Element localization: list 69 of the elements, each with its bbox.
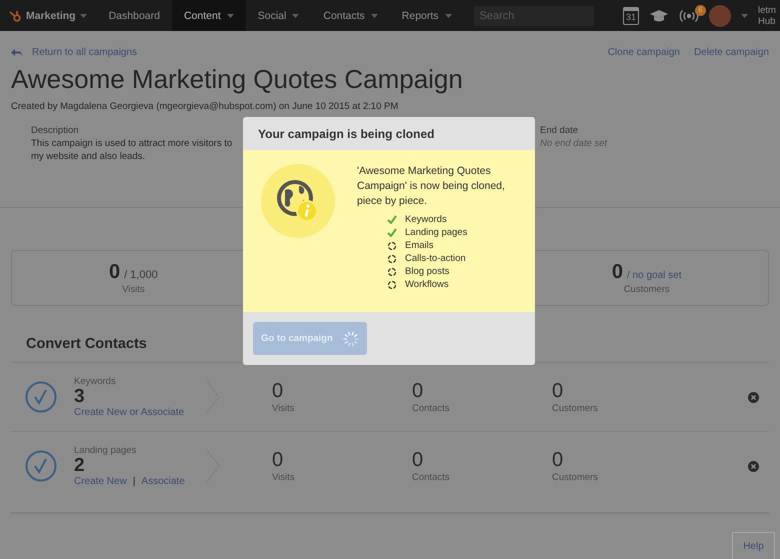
byline: Created by Magdalena Georgieva (mgeorgieva@hubspot.com) on June 10 2015 at 2:10 PM bbox=[11, 101, 400, 112]
help-button[interactable]: Help bbox=[732, 532, 775, 559]
caret-icon bbox=[292, 14, 300, 18]
stat-value: 0 bbox=[412, 449, 424, 472]
goal-link[interactable]: / no goal set bbox=[626, 270, 682, 281]
close-icon[interactable] bbox=[748, 392, 759, 402]
user-text: letm bbox=[758, 4, 777, 16]
nav-tab[interactable]: Reports bbox=[390, 0, 464, 31]
row-label: Landing pages bbox=[74, 445, 138, 456]
sprocket-logo-icon bbox=[8, 8, 22, 22]
goal-label: Customers bbox=[624, 284, 670, 295]
caret-icon bbox=[741, 14, 748, 18]
stat-value: 0 bbox=[552, 380, 564, 403]
row-label: Keywords bbox=[74, 376, 117, 387]
graduation-cap-icon[interactable] bbox=[649, 8, 669, 22]
stat-label: Visits bbox=[272, 472, 296, 483]
detail-label: Description bbox=[31, 124, 80, 137]
stat-label: Visits bbox=[272, 403, 296, 414]
action-link[interactable]: Delete campaign bbox=[694, 47, 769, 58]
nav-tab[interactable]: Content bbox=[172, 0, 246, 31]
close-icon[interactable] bbox=[748, 460, 759, 472]
caret-icon bbox=[444, 14, 452, 18]
caret-icon bbox=[226, 14, 234, 18]
dialog-title: Your campaign is being cloned bbox=[257, 126, 436, 142]
check-circle-icon bbox=[25, 381, 57, 413]
detail-value: This campaign is used to attract more visitors to my website and also leads. bbox=[31, 137, 234, 163]
nav-tab[interactable]: Social bbox=[246, 0, 312, 31]
step-label: Workflows bbox=[405, 278, 449, 291]
stat-value: 0 bbox=[552, 449, 564, 472]
stat-value: 0 bbox=[272, 449, 284, 472]
detail-label: End date bbox=[540, 124, 580, 137]
caret-icon bbox=[80, 14, 87, 18]
section-title: Convert Contacts bbox=[26, 336, 147, 352]
step-label: Landing pages bbox=[405, 226, 468, 239]
stat-label: Contacts bbox=[412, 403, 450, 414]
step-label: Blog posts bbox=[405, 265, 450, 278]
row-link[interactable]: Associate bbox=[141, 476, 185, 487]
brand-name: Marketing bbox=[26, 10, 76, 22]
user-text: Hub bbox=[758, 16, 776, 26]
row-count: 3 bbox=[74, 387, 86, 407]
step-label: Keywords bbox=[405, 213, 447, 226]
row-count: 2 bbox=[74, 456, 86, 476]
nav-tab[interactable]: Dashboard bbox=[98, 0, 172, 31]
stat-label: Contacts bbox=[412, 472, 450, 483]
page-title: Awesome Marketing Quotes Campaign bbox=[11, 64, 464, 95]
row-link[interactable]: Create New bbox=[74, 476, 127, 487]
spinner-icon bbox=[342, 330, 359, 346]
caret-icon bbox=[370, 14, 378, 18]
stat-label: Customers bbox=[552, 403, 599, 414]
nav-tab[interactable]: Contacts bbox=[311, 0, 390, 31]
calendar-icon[interactable]: 31 bbox=[623, 6, 639, 24]
back-arrow-icon bbox=[11, 48, 22, 56]
check-circle-icon bbox=[25, 450, 57, 482]
notifications-icon[interactable] bbox=[679, 10, 699, 22]
detail-value: No end date set bbox=[540, 137, 608, 150]
stat-value: 0 bbox=[412, 380, 424, 403]
stat-value: 0 bbox=[272, 380, 284, 403]
goal-value: 0 bbox=[108, 261, 120, 284]
step-label: Calls-to-action bbox=[405, 252, 466, 265]
goal-target: / 1,000 bbox=[124, 269, 158, 281]
link-separator: | bbox=[132, 476, 136, 487]
back-link[interactable]: Return to all campaigns bbox=[32, 47, 138, 58]
step-label: Emails bbox=[405, 239, 434, 252]
action-link[interactable]: Clone campaign bbox=[608, 47, 680, 58]
goal-value: 0 bbox=[612, 261, 623, 284]
row-link[interactable]: Create New or Associate bbox=[74, 407, 184, 418]
stat-label: Customers bbox=[552, 472, 599, 483]
dialog-message: 'Awesome Marketing Quotes Campaign' is now being cloned, piece by piece. bbox=[357, 164, 506, 209]
goal-label: Visits bbox=[122, 284, 145, 295]
